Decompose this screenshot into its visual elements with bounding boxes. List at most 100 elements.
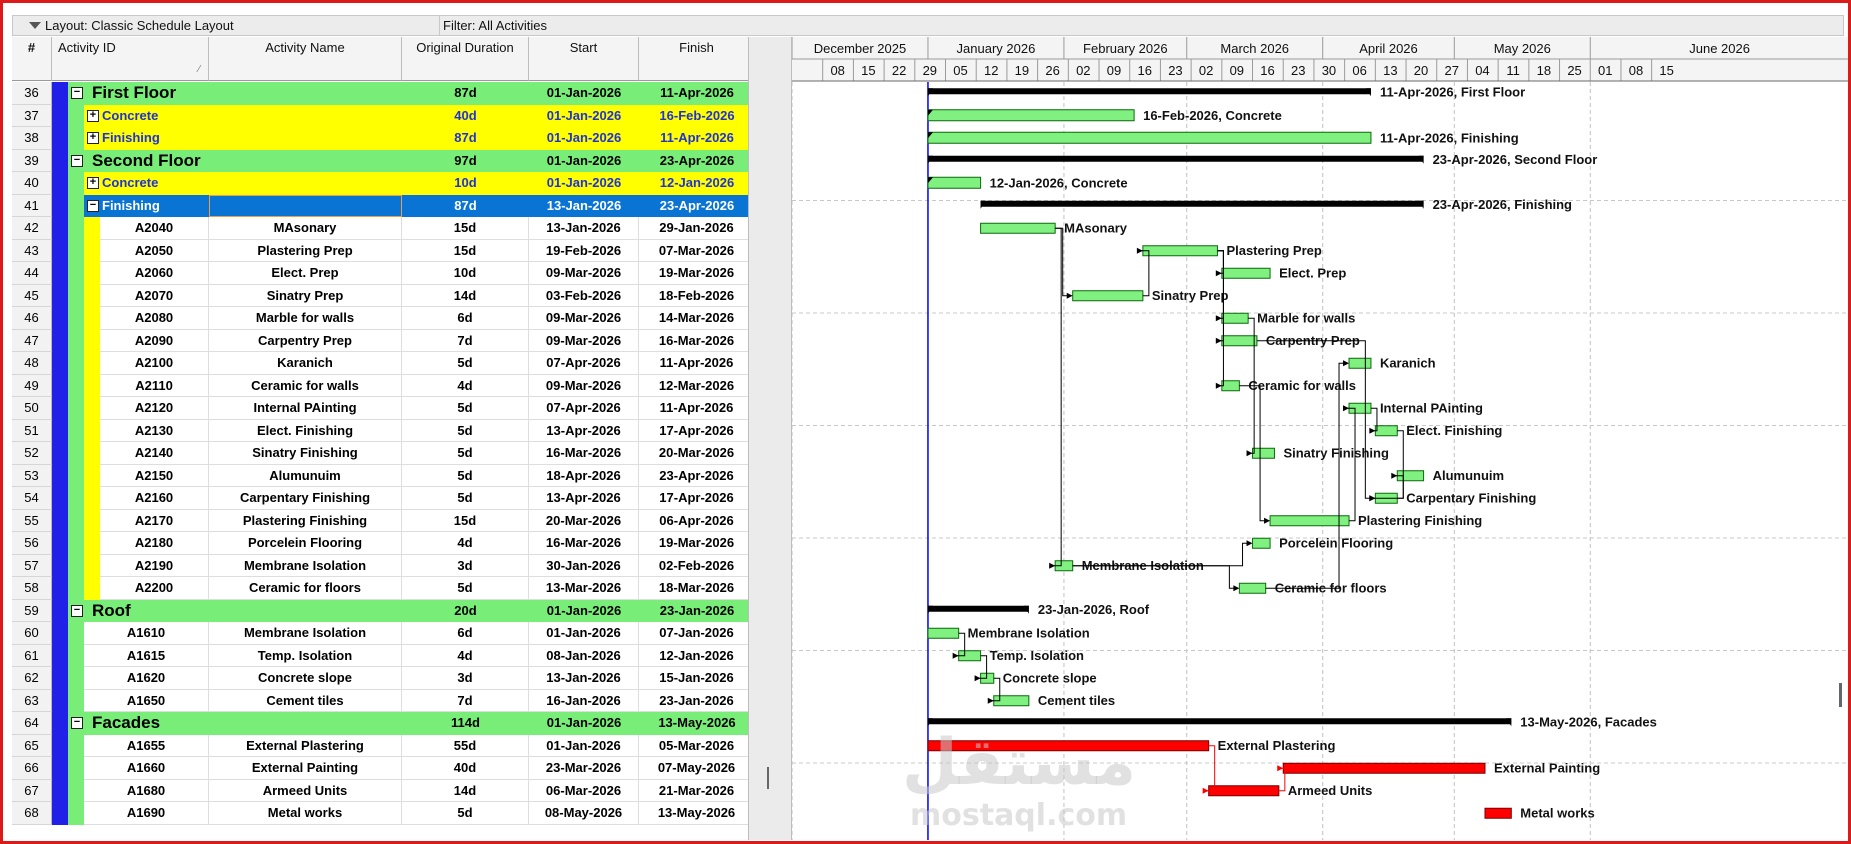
table-row[interactable]: 68 A1690 Metal works 5d 08-May-2026 13-May-20…	[12, 802, 755, 825]
activity-id: A2060	[100, 262, 209, 285]
activity-bar[interactable]	[1282, 762, 1486, 774]
col-header-finish[interactable]: Finish	[639, 37, 755, 81]
summary-bar[interactable]	[927, 155, 1424, 162]
activity-bar[interactable]	[1221, 267, 1271, 279]
finish-date: 12-Jan-2026	[639, 644, 755, 667]
wbs-row[interactable]: 64 − Facades 114d 01-Jan-2026 13-May-2026	[12, 712, 755, 735]
activity-bar[interactable]	[980, 222, 1056, 234]
rollup-bar[interactable]	[927, 176, 982, 189]
wbs-level-band	[84, 487, 100, 510]
expand-toggle-icon[interactable]: +	[87, 109, 99, 122]
table-row[interactable]: 46 A2080 Marble for walls 6d 09-Mar-2026 14-M…	[12, 307, 755, 330]
table-row[interactable]: 61 A1615 Temp. Isolation 4d 08-Jan-2026 12-Ja…	[12, 644, 755, 667]
table-row[interactable]: 58 A2200 Ceramic for floors 5d 13-Mar-2026 18…	[12, 577, 755, 600]
table-row[interactable]: 51 A2130 Elect. Finishing 5d 13-Apr-2026 17-A…	[12, 419, 755, 442]
wbs-row[interactable]: 41 − Finishing 87d 13-Jan-2026 23-Apr-2026	[12, 194, 755, 217]
rollup-bar[interactable]	[927, 131, 1372, 144]
original-duration: 40d	[402, 757, 529, 780]
rollup-bar[interactable]	[927, 109, 1135, 122]
col-header-original-duration[interactable]: Original Duration	[402, 37, 529, 81]
activity-bar[interactable]	[1221, 380, 1240, 392]
wbs-row[interactable]: 59 − Roof 20d 01-Jan-2026 23-Jan-2026	[12, 599, 755, 622]
month-label: June 2026	[1689, 41, 1750, 56]
table-row[interactable]: 47 A2090 Carpentry Prep 7d 09-Mar-2026 16-Mar…	[12, 329, 755, 352]
activity-bar[interactable]	[1208, 785, 1280, 797]
col-header-start[interactable]: Start	[529, 37, 639, 81]
finish-date: 11-Apr-2026	[639, 82, 755, 105]
week-label: 11	[1506, 63, 1520, 78]
activity-bar[interactable]	[1072, 290, 1144, 302]
col-header-num[interactable]: #	[12, 37, 52, 81]
table-row[interactable]: 49 A2110 Ceramic for walls 4d 09-Mar-2026 12-…	[12, 374, 755, 397]
collapse-toggle-icon[interactable]: −	[87, 199, 99, 212]
table-row[interactable]: 60 A1610 Membrane Isolation 6d 01-Jan-2026 07…	[12, 622, 755, 645]
table-row[interactable]: 42 A2040 MAsonary 15d 13-Jan-2026 29-Jan-2026	[12, 217, 755, 240]
original-duration: 87d	[402, 194, 529, 217]
start-date: 06-Mar-2026	[529, 779, 639, 802]
activity-bar[interactable]	[1221, 335, 1258, 347]
table-row[interactable]: 55 A2170 Plastering Finishing 15d 20-Mar-202…	[12, 509, 755, 532]
wbs-row[interactable]: 40 + Concrete 10d 01-Jan-2026 12-Jan-2026	[12, 172, 755, 195]
activity-bar[interactable]	[1238, 582, 1267, 594]
link-arrow-icon	[1343, 405, 1350, 412]
summary-bar[interactable]	[927, 718, 1512, 725]
activity-bar[interactable]	[927, 627, 960, 639]
table-row[interactable]: 43 A2050 Plastering Prep 15d 19-Feb-2026 07-M…	[12, 239, 755, 262]
watermark-latin: mostaql.com	[910, 798, 1127, 833]
summary-bar[interactable]	[980, 200, 1424, 207]
activity-bar[interactable]	[1142, 245, 1218, 257]
table-row[interactable]: 44 A2060 Elect. Prep 10d 09-Mar-2026 19-Mar-2…	[12, 262, 755, 285]
activity-id: A2110	[100, 374, 209, 397]
table-row[interactable]: 50 A2120 Internal PAinting 5d 07-Apr-2026 11-…	[12, 397, 755, 420]
bar-label: Porcelein Flooring	[1279, 535, 1393, 550]
col-header-activity-name[interactable]: Activity Name	[209, 37, 402, 81]
layout-selector[interactable]: Layout: Classic Schedule Layout	[17, 18, 234, 33]
table-row[interactable]: 56 A2180 Porcelein Flooring 4d 16-Mar-2026 19…	[12, 532, 755, 555]
gantt-canvas[interactable]: December 2025 January 2026 February 2026 Ma…	[792, 37, 1848, 840]
table-row[interactable]: 66 A1660 External Painting 40d 23-Mar-2026 07…	[12, 757, 755, 780]
activity-name: Carpentry Prep	[209, 329, 402, 352]
gantt-chart[interactable]: December 2025 January 2026 February 2026 Ma…	[792, 37, 1848, 840]
activity-bar[interactable]	[1374, 425, 1398, 437]
table-row[interactable]: 52 A2140 Sinatry Finishing 5d 16-Mar-2026 20-…	[12, 442, 755, 465]
table-row[interactable]: 54 A2160 Carpentary Finishing 5d 13-Apr-2026…	[12, 487, 755, 510]
wbs-row[interactable]: 38 + Finishing 87d 01-Jan-2026 11-Apr-2026	[12, 127, 755, 150]
expand-toggle-icon[interactable]: +	[87, 177, 99, 189]
splitter-grip-icon[interactable]	[767, 767, 769, 789]
wbs-row[interactable]: 39 − Second Floor 97d 01-Jan-2026 23-Apr-2026	[12, 149, 755, 172]
col-header-activity-id[interactable]: Activity ID ⁄	[52, 37, 209, 81]
row-number: 63	[12, 689, 52, 712]
wbs-level-band	[52, 464, 68, 487]
collapse-toggle-icon[interactable]: −	[71, 154, 83, 167]
activity-bar[interactable]	[1221, 312, 1249, 324]
activity-bar[interactable]	[1269, 515, 1350, 527]
dropdown-arrow-icon[interactable]	[29, 22, 41, 29]
activity-bar[interactable]	[1252, 447, 1275, 459]
collapse-toggle-icon[interactable]: −	[71, 717, 83, 729]
filter-label[interactable]: Filter: All Activities	[443, 18, 547, 33]
sort-icon[interactable]: ⁄	[198, 64, 200, 75]
activity-name: Ceramic for walls	[209, 374, 402, 397]
table-row[interactable]: 67 A1680 Armeed Units 14d 06-Mar-2026 21-Mar-…	[12, 779, 755, 802]
activity-bar[interactable]	[1348, 357, 1372, 369]
table-row[interactable]: 62 A1620 Concrete slope 3d 13-Jan-2026 15-Jan…	[12, 667, 755, 690]
table-row[interactable]: 53 A2150 Alumunuim 5d 18-Apr-2026 23-Apr-2026	[12, 464, 755, 487]
table-row[interactable]: 65 A1655 External Plastering 55d 01-Jan-2026…	[12, 734, 755, 757]
activity-bar[interactable]	[1484, 807, 1512, 819]
week-label: 30	[1322, 63, 1336, 78]
table-row[interactable]: 48 A2100 Karanich 5d 07-Apr-2026 11-Apr-2026	[12, 352, 755, 375]
summary-bar[interactable]	[927, 88, 1371, 95]
expand-toggle-icon[interactable]: +	[87, 132, 99, 144]
collapse-toggle-icon[interactable]: −	[71, 87, 83, 99]
pane-splitter[interactable]	[748, 37, 792, 840]
summary-bar[interactable]	[927, 605, 1029, 612]
table-row[interactable]: 45 A2070 Sinatry Prep 14d 03-Feb-2026 18-Feb-…	[12, 284, 755, 307]
activity-bar[interactable]	[1252, 537, 1271, 549]
scrollbar-grip-icon[interactable]	[1839, 683, 1842, 707]
collapse-toggle-icon[interactable]: −	[71, 604, 83, 617]
wbs-row[interactable]: 36 − First Floor 87d 01-Jan-2026 11-Apr-2026	[12, 82, 755, 105]
wbs-name-label: Facades	[92, 713, 161, 732]
table-row[interactable]: 57 A2190 Membrane Isolation 3d 30-Jan-2026 02…	[12, 554, 755, 577]
wbs-row[interactable]: 37 + Concrete 40d 01-Jan-2026 16-Feb-2026	[12, 104, 755, 127]
table-row[interactable]: 63 A1650 Cement tiles 7d 16-Jan-2026 23-Jan-2…	[12, 689, 755, 712]
